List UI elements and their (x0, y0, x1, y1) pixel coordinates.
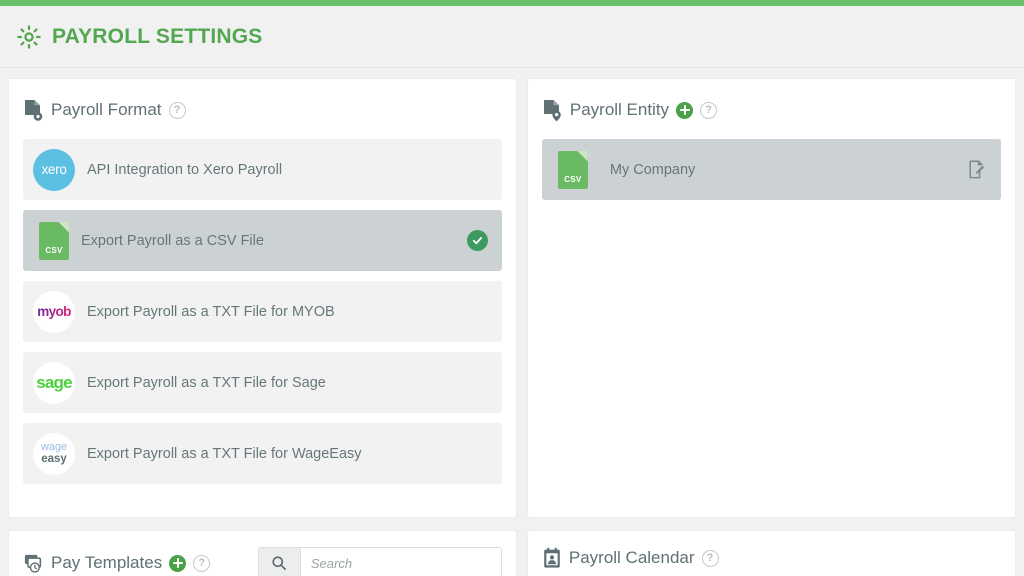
payroll-format-option-label: Export Payroll as a CSV File (81, 233, 467, 249)
pay-templates-search (258, 547, 502, 576)
payroll-format-option-label: Export Payroll as a TXT File for WageEas… (87, 446, 488, 462)
document-pin-icon (542, 99, 563, 122)
payroll-format-option-label: API Integration to Xero Payroll (87, 162, 488, 178)
page-header: PAYROLL SETTINGS (0, 6, 1024, 68)
add-pay-template-button[interactable] (169, 555, 186, 572)
payroll-format-option-sage[interactable]: sage Export Payroll as a TXT File for Sa… (23, 352, 502, 413)
sage-logo: sage (33, 362, 75, 404)
document-gear-icon (23, 99, 44, 122)
wageeasy-logo-text-top: wage (41, 442, 67, 454)
help-icon[interactable]: ? (193, 555, 210, 572)
pay-templates-title: Pay Templates (51, 553, 162, 573)
sage-logo-text: sage (36, 373, 72, 393)
wageeasy-logo: wage easy (33, 433, 75, 475)
help-icon[interactable]: ? (702, 550, 719, 567)
page-title: PAYROLL SETTINGS (52, 25, 263, 49)
payroll-calendar-title: Payroll Calendar (569, 548, 695, 568)
xero-logo: xero (33, 149, 75, 191)
payroll-entity-title: Payroll Entity (570, 100, 669, 120)
search-icon[interactable] (259, 548, 301, 576)
payroll-entity-panel: Payroll Entity ? CSV My Company (527, 78, 1016, 518)
selected-check-icon (467, 230, 488, 251)
payroll-entity-label: My Company (610, 162, 967, 178)
calendar-person-icon (542, 547, 562, 569)
csv-file-icon-text: CSV (558, 175, 588, 184)
payroll-calendar-panel: Payroll Calendar ? (527, 530, 1016, 576)
edit-document-icon[interactable] (967, 159, 987, 180)
myob-logo-text: myob (37, 304, 71, 319)
payroll-format-panel: Payroll Format ? xero API Integration to… (8, 78, 517, 518)
help-icon[interactable]: ? (700, 102, 717, 119)
xero-logo-text: xero (41, 162, 66, 177)
left-column: Payroll Format ? xero API Integration to… (8, 78, 517, 576)
payroll-entity-header: Payroll Entity ? (542, 97, 1001, 123)
csv-file-icon-text: CSV (39, 246, 69, 255)
payroll-entity-row[interactable]: CSV My Company (542, 139, 1001, 200)
main-content: Payroll Format ? xero API Integration to… (0, 68, 1024, 576)
csv-file-icon: CSV (39, 222, 69, 260)
csv-file-icon: CSV (558, 151, 588, 189)
payroll-format-option-myob[interactable]: myob Export Payroll as a TXT File for MY… (23, 281, 502, 342)
payroll-format-option-label: Export Payroll as a TXT File for Sage (87, 375, 488, 391)
help-icon[interactable]: ? (169, 102, 186, 119)
payroll-calendar-header: Payroll Calendar ? (542, 547, 1001, 569)
payroll-format-header: Payroll Format ? (23, 97, 502, 123)
payroll-format-title: Payroll Format (51, 100, 162, 120)
pay-templates-header: Pay Templates ? (23, 547, 502, 576)
search-input[interactable] (301, 548, 501, 576)
payroll-format-option-label: Export Payroll as a TXT File for MYOB (87, 304, 488, 320)
template-clock-icon (23, 553, 44, 574)
myob-logo: myob (33, 291, 75, 333)
right-column: Payroll Entity ? CSV My Company (527, 78, 1016, 576)
payroll-format-option-csv[interactable]: CSV Export Payroll as a CSV File (23, 210, 502, 271)
payroll-format-option-wageeasy[interactable]: wage easy Export Payroll as a TXT File f… (23, 423, 502, 484)
payroll-format-option-xero[interactable]: xero API Integration to Xero Payroll (23, 139, 502, 200)
gear-icon (14, 22, 44, 52)
wageeasy-logo-text-bottom: easy (41, 453, 67, 465)
add-payroll-entity-button[interactable] (676, 102, 693, 119)
pay-templates-panel: Pay Templates ? (8, 530, 517, 576)
